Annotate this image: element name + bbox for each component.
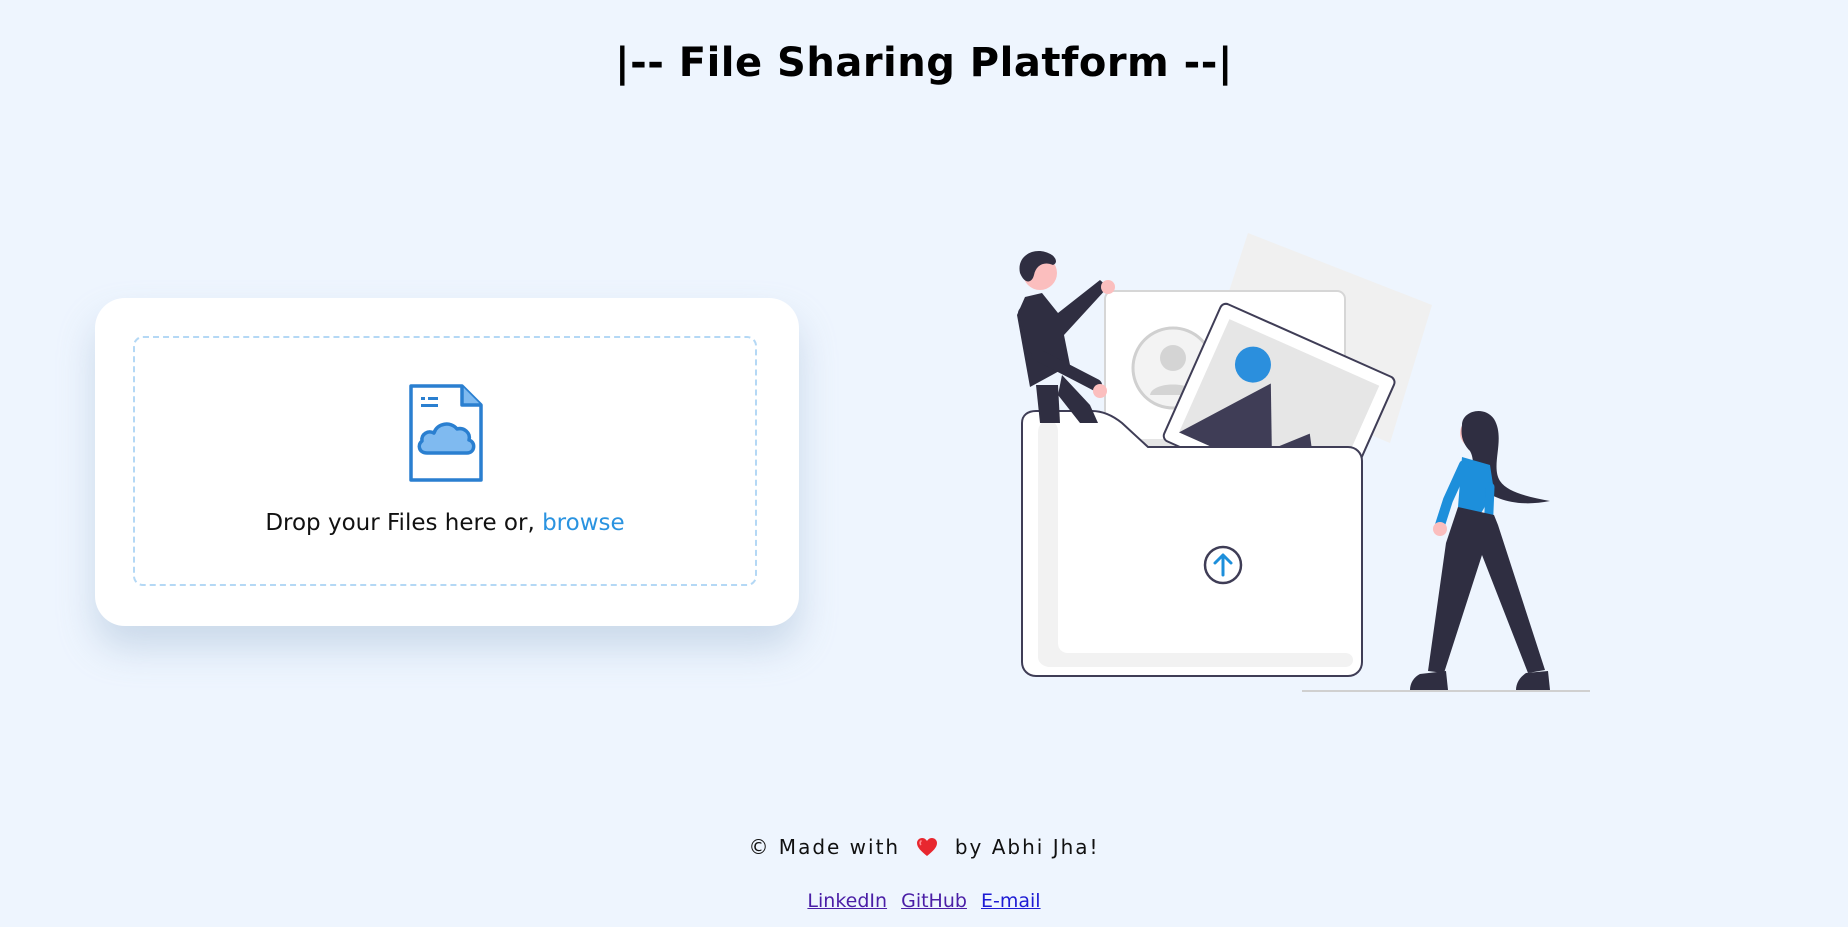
drop-text: Drop your Files here or, bbox=[265, 510, 535, 536]
credit-prefix: © Made with bbox=[748, 835, 901, 859]
browse-link[interactable]: browse bbox=[542, 510, 625, 536]
page-title: |-- File Sharing Platform --| bbox=[615, 40, 1233, 86]
page: |-- File Sharing Platform --| Drop your … bbox=[0, 0, 1848, 927]
footer-credit: © Made with by Abhi Jha! bbox=[0, 835, 1848, 859]
drop-zone[interactable]: Drop your Files here or, browse bbox=[133, 336, 757, 586]
cloud-file-icon bbox=[409, 384, 483, 482]
credit-suffix: by Abhi Jha! bbox=[954, 835, 1100, 859]
linkedin-link[interactable]: LinkedIn bbox=[807, 890, 887, 912]
file-upload-illustration bbox=[1017, 233, 1590, 692]
footer-links: LinkedIn GitHub E-mail bbox=[0, 890, 1848, 912]
github-link[interactable]: GitHub bbox=[901, 890, 967, 912]
heart-icon bbox=[917, 838, 938, 856]
email-link[interactable]: E-mail bbox=[981, 890, 1041, 912]
drop-instructions: Drop your Files here or, browse bbox=[135, 510, 755, 536]
upload-card: Drop your Files here or, browse bbox=[95, 298, 799, 626]
